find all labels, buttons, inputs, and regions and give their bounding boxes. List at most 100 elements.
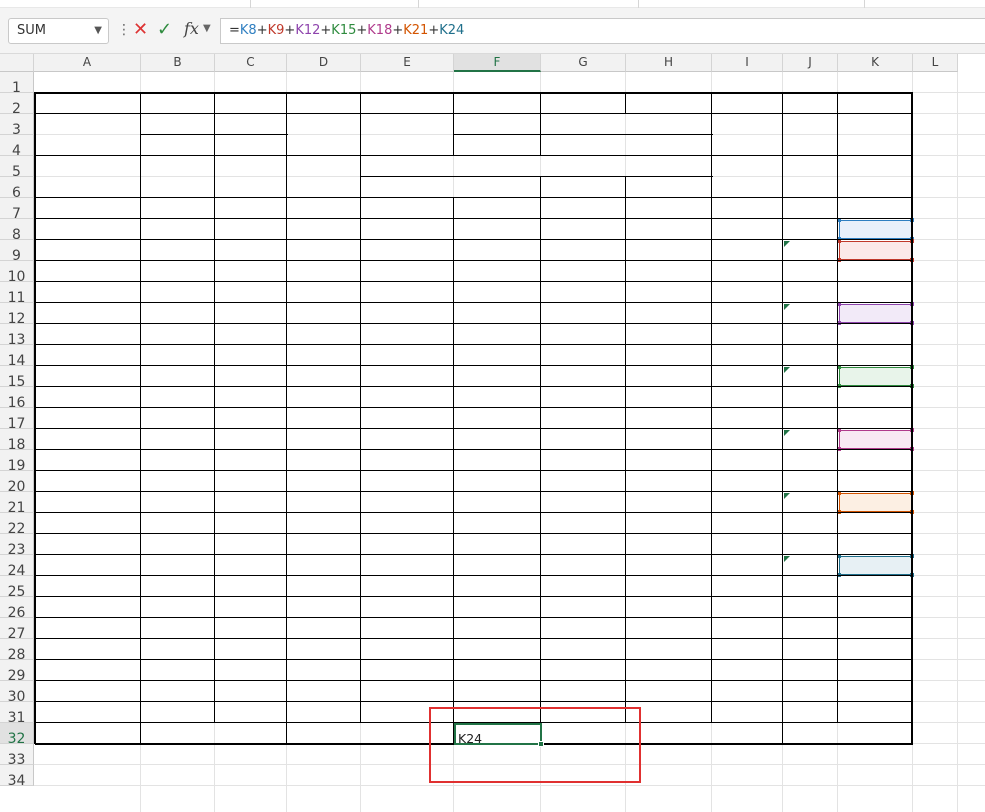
cell-k9[interactable]	[838, 240, 913, 261]
cell-j21[interactable]	[783, 492, 838, 513]
cell-a8[interactable]	[34, 219, 141, 240]
cell-i24[interactable]	[712, 555, 783, 576]
cell-c24[interactable]	[215, 555, 287, 576]
cell-e6[interactable]	[361, 177, 541, 198]
cell-i12[interactable]	[712, 303, 783, 324]
row-header-22[interactable]: 22	[0, 513, 34, 537]
column-header-g[interactable]: G	[541, 54, 626, 72]
row-header-33[interactable]: 33	[0, 744, 34, 768]
cell-k21[interactable]	[838, 492, 913, 513]
cell-e21[interactable]	[361, 492, 454, 513]
row-header-32[interactable]: 32	[0, 723, 34, 747]
cell-d15[interactable]	[287, 366, 361, 387]
cell-c15[interactable]	[215, 366, 287, 387]
row-header-21[interactable]: 21	[0, 492, 34, 516]
cell-g2[interactable]	[541, 93, 626, 114]
cell-f9[interactable]	[454, 240, 541, 261]
name-box[interactable]: SUM ▼	[8, 18, 109, 44]
cell-f14[interactable]	[454, 345, 541, 366]
cell-c27[interactable]	[215, 618, 287, 639]
cell-k18[interactable]	[838, 429, 913, 450]
cell-d13[interactable]	[287, 324, 361, 345]
cell-g7[interactable]	[541, 198, 626, 219]
column-header-j[interactable]: J	[783, 54, 838, 72]
cell-c2[interactable]	[215, 93, 287, 114]
cell-h24[interactable]	[626, 555, 712, 576]
cell-a24[interactable]	[34, 555, 141, 576]
column-header-c[interactable]: C	[215, 54, 287, 72]
cell-b7[interactable]	[141, 198, 215, 219]
column-header-a[interactable]: A	[34, 54, 141, 72]
cell-h2[interactable]	[626, 93, 783, 114]
cell-h12[interactable]	[626, 303, 712, 324]
cell-h6[interactable]	[626, 177, 712, 198]
cell-b8[interactable]	[141, 219, 215, 240]
cell-j6[interactable]	[783, 177, 838, 198]
error-indicator-icon[interactable]	[784, 241, 790, 247]
row-header-11[interactable]: 11	[0, 282, 34, 306]
cell-d21[interactable]	[287, 492, 361, 513]
row-header-25[interactable]: 25	[0, 576, 34, 600]
cell-j2[interactable]	[783, 93, 838, 114]
cell-j32[interactable]	[783, 723, 913, 744]
row-header-2[interactable]: 2	[0, 93, 34, 117]
error-indicator-icon[interactable]	[784, 556, 790, 562]
cell-c18[interactable]	[215, 429, 287, 450]
cell-i5[interactable]	[712, 156, 783, 177]
cell-a32[interactable]	[34, 723, 141, 744]
cell-d2[interactable]	[287, 93, 361, 114]
row-header-20[interactable]: 20	[0, 471, 34, 495]
row-header-15[interactable]: 15	[0, 366, 34, 390]
cell-j5[interactable]	[783, 156, 838, 177]
error-indicator-icon[interactable]	[784, 493, 790, 499]
select-all-corner[interactable]	[0, 54, 34, 72]
cell-f18[interactable]	[454, 429, 541, 450]
row-header-30[interactable]: 30	[0, 681, 34, 705]
cell-g3[interactable]	[541, 114, 712, 135]
cancel-icon[interactable]: ✕	[133, 20, 148, 40]
cell-k8[interactable]	[838, 219, 913, 240]
cell-e2[interactable]	[361, 93, 454, 114]
cell-d9[interactable]	[287, 240, 361, 261]
cell-k24[interactable]	[838, 555, 913, 576]
cell-k5[interactable]	[838, 156, 913, 177]
cell-g24[interactable]	[541, 555, 626, 576]
cell-grid[interactable]: A B C D E F G H I J K L 1 2 3 4 5 6 7 8 9 10 11 12 13 14 15 16 17 18 1…	[0, 54, 985, 812]
row-header-23[interactable]: 23	[0, 534, 34, 558]
cell-f24[interactable]	[454, 555, 541, 576]
cell-a2[interactable]	[34, 93, 141, 114]
row-header-8[interactable]: 8	[0, 219, 34, 243]
cell-d8[interactable]	[287, 219, 361, 240]
cell-i15[interactable]	[712, 366, 783, 387]
chevron-down-icon[interactable]: ▼	[94, 19, 102, 43]
row-header-29[interactable]: 29	[0, 660, 34, 684]
row-header-12[interactable]: 12	[0, 303, 34, 327]
cell-a3[interactable]	[34, 114, 141, 156]
cell-d12[interactable]	[287, 303, 361, 324]
cell-a5[interactable]	[34, 156, 141, 198]
cell-f4[interactable]	[454, 135, 541, 156]
cell-e3[interactable]	[361, 114, 454, 156]
cell-h7[interactable]	[626, 198, 712, 219]
cell-b32[interactable]	[141, 723, 287, 744]
cell-c12[interactable]	[215, 303, 287, 324]
cell-a9[interactable]	[34, 240, 141, 261]
cell-d7[interactable]	[287, 198, 361, 219]
cell-g9[interactable]	[541, 240, 626, 261]
cell-i6[interactable]	[712, 177, 783, 198]
formula-input[interactable]: =K8+K9+K12+K15+K18+K21+K24	[220, 18, 985, 44]
cell-b5[interactable]	[141, 156, 215, 177]
row-header-24[interactable]: 24	[0, 555, 34, 579]
cell-a7[interactable]	[34, 198, 141, 219]
cell-e17[interactable]	[361, 408, 454, 429]
worksheet[interactable]: A B C D E F G H I J K L 1 2 3 4 5 6 7 8 9 10 11 12 13 14 15 16 17 18 1…	[0, 54, 985, 812]
cell-g4[interactable]	[541, 135, 712, 156]
row-header-13[interactable]: 13	[0, 324, 34, 348]
cell-a15[interactable]	[34, 366, 141, 387]
row-header-16[interactable]: 16	[0, 387, 34, 411]
cell-j24[interactable]	[783, 555, 838, 576]
cell-k15[interactable]	[838, 366, 913, 387]
cell-b24[interactable]	[141, 555, 215, 576]
cell-i8[interactable]	[712, 219, 783, 240]
error-indicator-icon[interactable]	[784, 430, 790, 436]
